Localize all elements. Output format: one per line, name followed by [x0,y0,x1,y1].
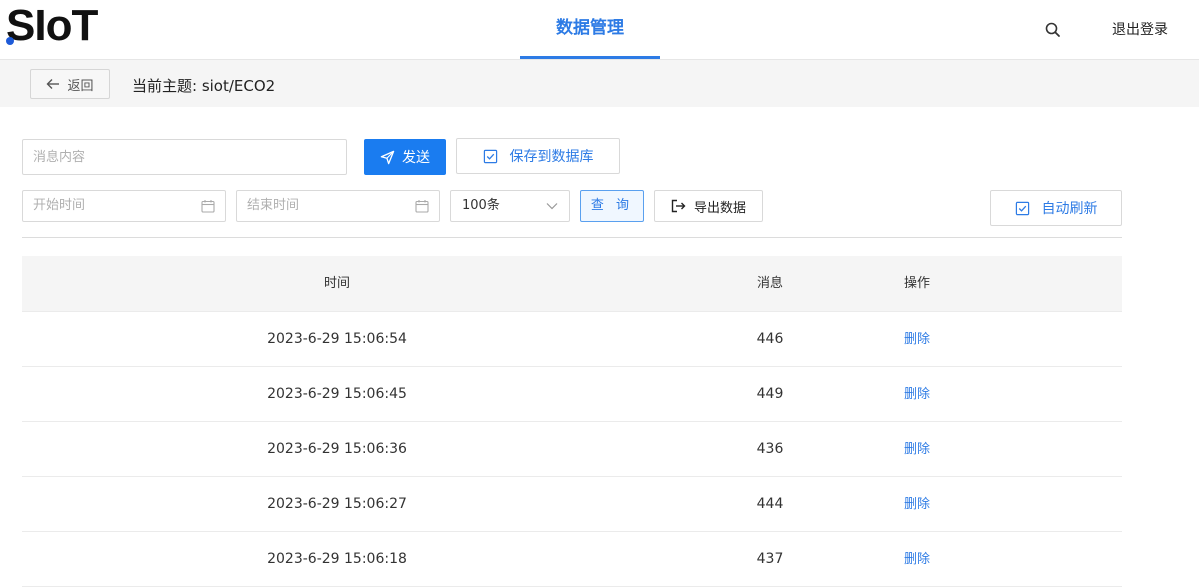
table-row: 2023-6-29 15:06:27 444 删除 [22,477,1122,532]
top-header: SIoT 数据管理 退出登录 [0,0,1199,60]
end-time-picker[interactable]: 结束时间 [236,190,440,222]
message-input[interactable] [22,139,347,175]
query-button[interactable]: 查 询 [580,190,644,222]
cell-message: 444 [756,496,784,512]
save-to-database-button[interactable]: 保存到数据库 [456,138,620,174]
cell-time: 2023-6-29 15:06:54 [267,331,407,347]
cell-time: 2023-6-29 15:06:27 [267,496,407,512]
save-to-database-label: 保存到数据库 [509,149,594,165]
header-action: 操作 [903,276,930,291]
delete-link[interactable]: 删除 [904,442,930,457]
active-tab-indicator [520,56,660,59]
cell-message: 437 [756,551,784,567]
export-data-button[interactable]: 导出数据 [654,190,763,222]
search-button[interactable] [1044,21,1064,41]
checkbox-icon [1015,201,1029,215]
current-topic-label: 当前主题: siot/ECO2 [132,77,276,95]
calendar-icon [201,200,215,213]
start-time-picker[interactable]: 开始时间 [22,190,226,222]
delete-link[interactable]: 删除 [904,552,930,567]
table-row: 2023-6-29 15:06:45 449 删除 [22,367,1122,422]
record-limit-value: 100条 [462,198,500,213]
table-row: 2023-6-29 15:06:18 437 删除 [22,532,1122,587]
cell-time: 2023-6-29 15:06:45 [267,386,407,402]
topic-bar: 返回 当前主题: siot/ECO2 [0,60,1199,107]
paper-plane-icon [380,150,395,164]
header-time: 时间 [323,276,350,291]
end-time-placeholder: 结束时间 [247,198,300,213]
delete-link[interactable]: 删除 [904,387,930,402]
delete-link[interactable]: 删除 [904,497,930,512]
search-icon [1045,22,1060,37]
cell-message: 446 [756,331,784,347]
chevron-down-icon [546,203,558,210]
record-limit-select[interactable]: 100条 [450,190,570,222]
delete-link[interactable]: 删除 [904,332,930,347]
cell-message: 449 [756,386,784,402]
sign-out-icon [671,199,686,213]
auto-refresh-label: 自动刷新 [1041,201,1098,217]
table-header: 时间 消息 操作 [22,256,1122,312]
back-label: 返回 [67,78,94,94]
siot-logo[interactable]: SIoT [6,1,98,50]
export-data-label: 导出数据 [693,200,746,216]
tab-data-management[interactable]: 数据管理 [520,0,660,59]
table-row: 2023-6-29 15:06:54 446 删除 [22,312,1122,367]
arrow-left-icon [46,79,60,89]
cell-message: 436 [756,441,784,457]
send-button[interactable]: 发送 [364,139,446,175]
calendar-icon [415,200,429,213]
cell-time: 2023-6-29 15:06:36 [267,441,407,457]
send-label: 发送 [402,150,430,166]
back-button[interactable]: 返回 [30,69,110,99]
cell-time: 2023-6-29 15:06:18 [267,551,407,567]
checkbox-icon [483,149,497,163]
header-message: 消息 [756,276,783,291]
divider [22,237,1122,238]
table-row: 2023-6-29 15:06:36 436 删除 [22,422,1122,477]
data-table: 时间 消息 操作 2023-6-29 15:06:54 446 删除 2023-… [22,256,1122,587]
logout-link[interactable]: 退出登录 [1112,19,1168,39]
start-time-placeholder: 开始时间 [33,198,86,213]
auto-refresh-toggle[interactable]: 自动刷新 [990,190,1122,226]
logo-dot [6,37,14,45]
logo-text: SIoT [6,1,98,50]
